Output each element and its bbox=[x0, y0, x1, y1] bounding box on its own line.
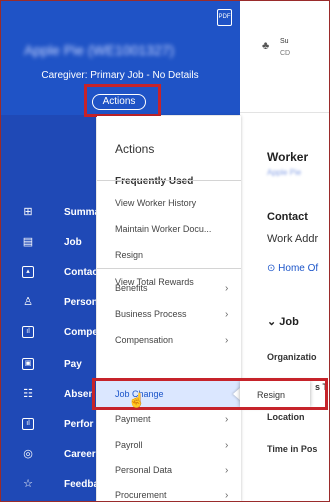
screenshot-border bbox=[0, 0, 330, 502]
